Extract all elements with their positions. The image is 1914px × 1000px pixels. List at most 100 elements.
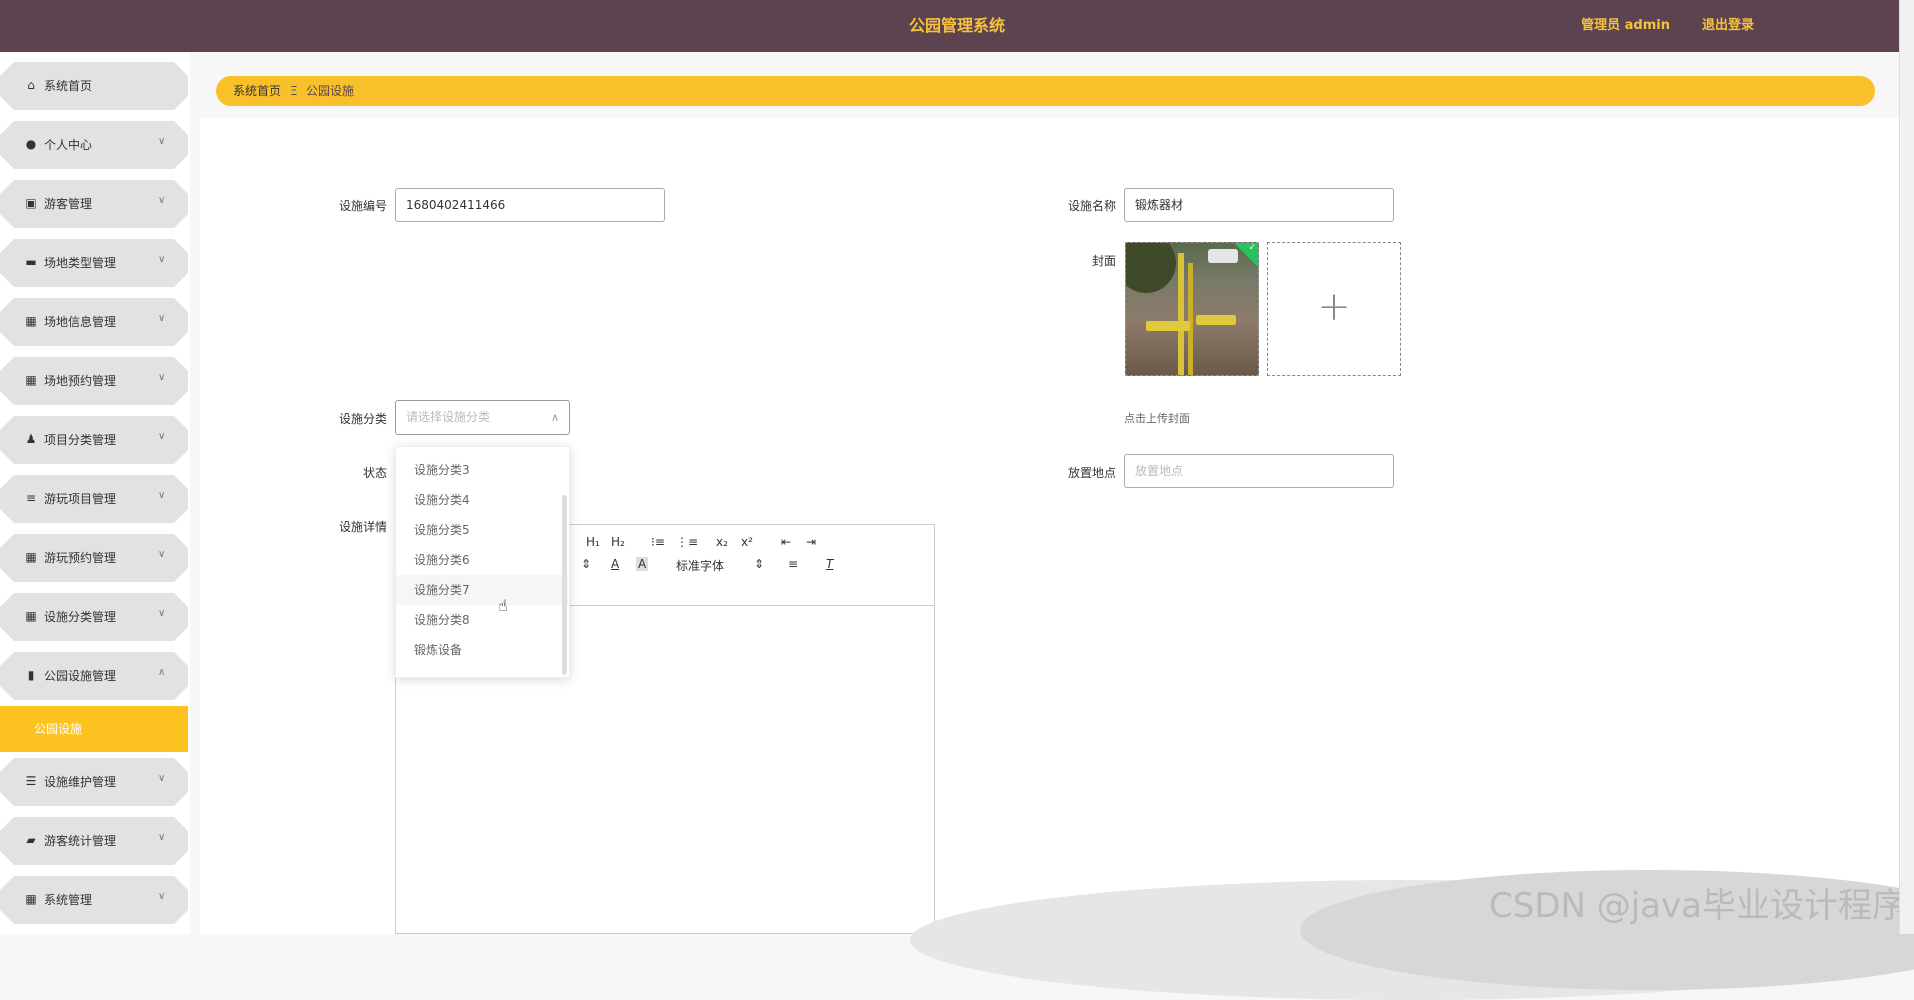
- sidebar-item-facility-category[interactable]: ▦ 设施分类管理 ∨: [0, 593, 188, 641]
- breadcrumb-separator: Ξ: [290, 84, 298, 98]
- sidebar-subitem-label: 公园设施: [34, 722, 83, 736]
- admin-user-label: 管理员 admin: [1581, 18, 1670, 33]
- post-shape: [1188, 263, 1193, 375]
- sidebar-item-venue-info[interactable]: ▦ 场地信息管理 ∨: [0, 298, 188, 346]
- sidebar-item-label: 游客管理: [44, 197, 93, 211]
- person-icon: ♟: [25, 432, 37, 446]
- sidebar-subitem-park-facility[interactable]: 公园设施: [0, 706, 188, 752]
- sidebar-item-venue-booking[interactable]: ▦ 场地预约管理 ∨: [0, 357, 188, 405]
- grid-icon: ▦: [25, 609, 37, 623]
- user-icon: ●: [25, 137, 37, 151]
- sidebar-item-label: 设施维护管理: [44, 775, 117, 789]
- ordered-list-icon[interactable]: ⁝≡: [651, 535, 665, 549]
- sidebar-item-park-facility[interactable]: ▮ 公园设施管理 ∧: [0, 652, 188, 700]
- dropdown-option[interactable]: 设施分类3: [396, 455, 568, 485]
- chevron-down-icon: ∨: [158, 549, 166, 560]
- sidebar: ⌂ 系统首页 ● 个人中心 ∨ ▣ 游客管理 ∨ ▬ 场地类型管理 ∨ ▦ 场地…: [0, 52, 190, 934]
- breadcrumb-home-link[interactable]: 系统首页: [233, 76, 281, 106]
- dropdown-option[interactable]: 设施分类6: [396, 545, 568, 575]
- chevron-down-icon: ∨: [158, 313, 166, 324]
- outdent-icon[interactable]: ⇤: [781, 535, 791, 549]
- sidebar-item-label: 系统首页: [44, 79, 93, 93]
- dropdown-option[interactable]: 锻炼设备: [396, 635, 568, 665]
- grid-icon: ▦: [25, 550, 37, 564]
- sidebar-item-visitor-management[interactable]: ▣ 游客管理 ∨: [0, 180, 188, 228]
- breadcrumb-current: 公园设施: [306, 84, 355, 98]
- cover-upload-box[interactable]: +: [1267, 242, 1401, 376]
- chevron-down-icon: ∨: [158, 254, 166, 265]
- grid-icon: ▦: [25, 373, 37, 387]
- sidebar-item-label: 设施分类管理: [44, 610, 117, 624]
- clear-format-icon[interactable]: T: [826, 557, 833, 571]
- briefcase-icon: ▰: [26, 833, 36, 847]
- chevron-down-icon: ∨: [158, 136, 166, 147]
- superscript-button[interactable]: x²: [741, 535, 753, 549]
- dropdown-option[interactable]: 设施分类5: [396, 515, 568, 545]
- sidebar-item-label: 系统管理: [44, 893, 93, 907]
- sidebar-item-play-project[interactable]: ≡ 游玩项目管理 ∨: [0, 475, 188, 523]
- font-color-icon[interactable]: A: [611, 557, 619, 571]
- sidebar-item-label: 公园设施管理: [44, 669, 117, 683]
- cover-image[interactable]: ✓: [1125, 242, 1259, 376]
- logout-link[interactable]: 退出登录: [1702, 0, 1754, 52]
- chevron-up-icon: ∧: [158, 667, 166, 678]
- code-input[interactable]: 1680402411466: [395, 188, 665, 222]
- sliders-icon: ☰: [25, 774, 37, 788]
- breadcrumb: 系统首页 Ξ 公园设施: [216, 76, 1875, 106]
- category-label: 设施分类: [338, 412, 387, 426]
- sidebar-item-label: 游玩预约管理: [44, 551, 117, 565]
- subscript-button[interactable]: x₂: [716, 535, 728, 549]
- chevron-down-icon: ∨: [158, 195, 166, 206]
- indent-icon[interactable]: ⇥: [806, 535, 816, 549]
- font-select-arrows-icon[interactable]: ⇕: [754, 557, 764, 571]
- post-shape: [1178, 253, 1184, 375]
- size-select-arrows-icon[interactable]: ⇕: [581, 557, 591, 571]
- sidebar-item-personal-center[interactable]: ● 个人中心 ∨: [0, 121, 188, 169]
- sidebar-item-label: 场地信息管理: [44, 315, 117, 329]
- sidebar-item-home[interactable]: ⌂ 系统首页: [0, 62, 188, 110]
- sidebar-item-label: 游玩项目管理: [44, 492, 117, 506]
- chevron-down-icon: ∨: [158, 891, 166, 902]
- chevron-down-icon: ∨: [158, 431, 166, 442]
- home-icon: ⌂: [27, 78, 35, 92]
- font-select[interactable]: 标准字体: [676, 557, 724, 574]
- cover-label: 封面: [1091, 254, 1116, 268]
- sidebar-item-play-booking[interactable]: ▦ 游玩预约管理 ∨: [0, 534, 188, 582]
- seat-shape: [1196, 315, 1236, 325]
- sidebar-item-project-category[interactable]: ♟ 项目分类管理 ∨: [0, 416, 188, 464]
- location-input[interactable]: 放置地点: [1124, 454, 1394, 488]
- bar-chart-icon: ▮: [27, 668, 35, 682]
- page-scrollbar[interactable]: [1899, 0, 1914, 934]
- sidebar-item-facility-maintenance[interactable]: ☰ 设施维护管理 ∨: [0, 758, 188, 806]
- bullet-list-icon[interactable]: ⋮≡: [676, 535, 698, 549]
- code-label: 设施编号: [338, 199, 387, 213]
- chevron-down-icon: ∨: [158, 773, 166, 784]
- category-dropdown: 设施分类3 设施分类4 设施分类5 设施分类6 设施分类7 设施分类8 锻炼设备: [395, 446, 570, 678]
- heading1-button[interactable]: H₁: [586, 535, 600, 549]
- dropdown-option[interactable]: 设施分类4: [396, 485, 568, 515]
- sidebar-item-visitor-stats[interactable]: ▰ 游客统计管理 ∨: [0, 817, 188, 865]
- dropdown-option[interactable]: 设施分类8: [396, 605, 568, 635]
- heading2-button[interactable]: H₂: [611, 535, 625, 549]
- list-icon: ≡: [25, 491, 37, 505]
- check-icon: ✓: [1248, 243, 1256, 253]
- sidebar-item-label: 游客统计管理: [44, 834, 117, 848]
- sidebar-item-label: 场地类型管理: [44, 256, 117, 270]
- category-select[interactable]: 请选择设施分类 ∧: [395, 400, 570, 435]
- name-input[interactable]: 锻炼器材: [1124, 188, 1394, 222]
- name-label: 设施名称: [1067, 199, 1116, 213]
- sidebar-item-system[interactable]: ▦ 系统管理 ∨: [0, 876, 188, 924]
- tree-shape: [1126, 243, 1176, 293]
- status-label: 状态: [362, 466, 387, 480]
- chevron-down-icon: ∨: [158, 832, 166, 843]
- sidebar-item-venue-type[interactable]: ▬ 场地类型管理 ∨: [0, 239, 188, 287]
- background-color-icon[interactable]: A: [636, 557, 649, 571]
- location-label: 放置地点: [1067, 466, 1116, 480]
- dropdown-option-hover[interactable]: 设施分类7: [396, 575, 568, 605]
- watermark: CSDN @java毕业设计程序: [1489, 886, 1906, 926]
- clipboard-icon: ▣: [25, 196, 37, 210]
- dropdown-scrollbar[interactable]: [562, 495, 567, 675]
- chevron-down-icon: ∨: [158, 372, 166, 383]
- align-icon[interactable]: ≡: [788, 557, 798, 571]
- sidebar-item-label: 项目分类管理: [44, 433, 117, 447]
